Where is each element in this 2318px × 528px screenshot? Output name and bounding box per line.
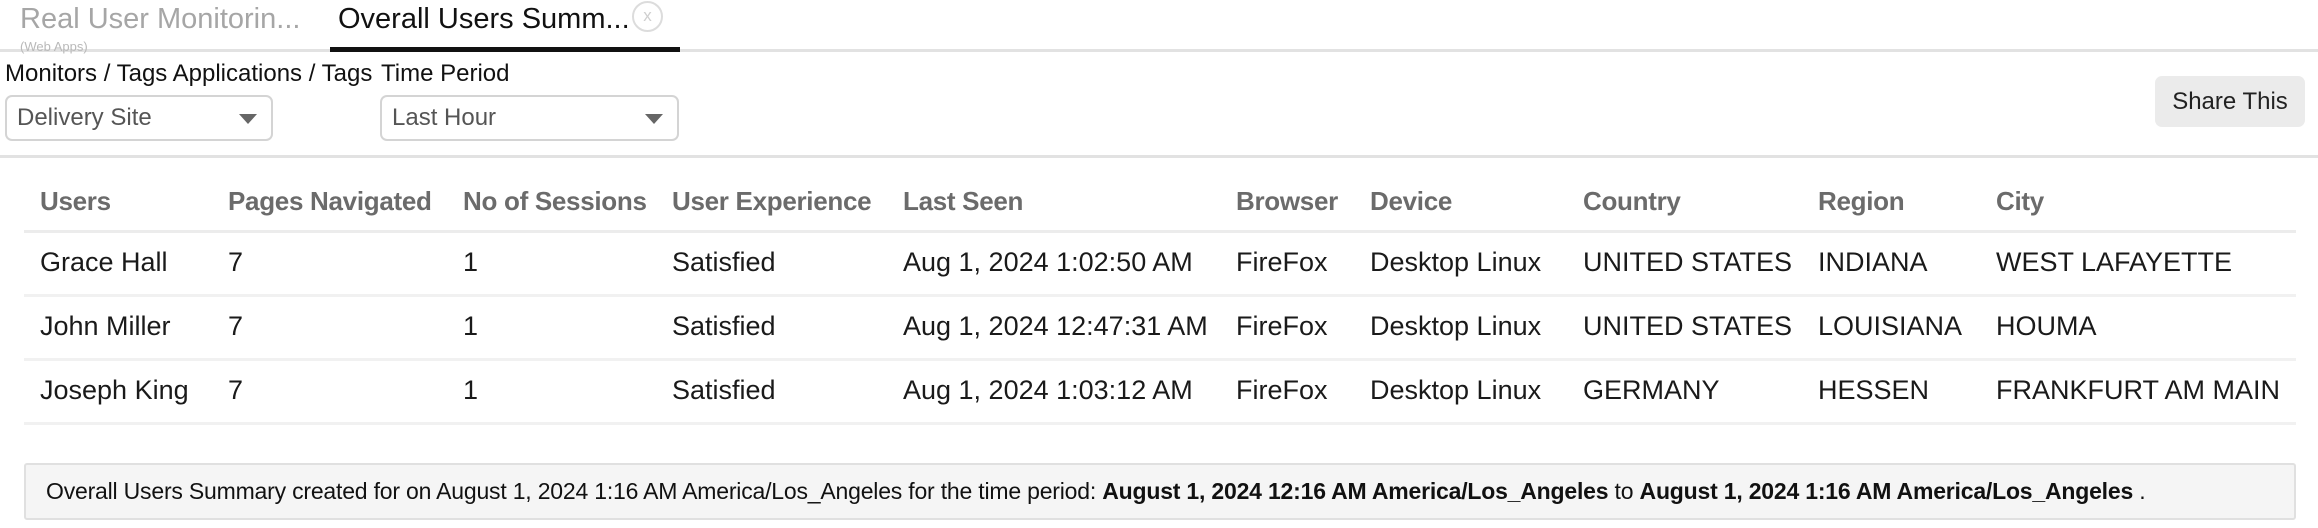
cell-user: Joseph King	[40, 375, 189, 405]
cell-region: HESSEN	[1818, 375, 1930, 405]
cell-device: Desktop Linux	[1370, 311, 1542, 341]
table-row[interactable]: John Miller 7 1 Satisfied Aug 1, 2024 12…	[24, 297, 2296, 361]
column-header-browser[interactable]: Browser	[1236, 186, 1338, 217]
cell-browser: FireFox	[1236, 311, 1328, 341]
tab-label: Overall Users Summ...	[338, 3, 630, 35]
column-header-last-seen[interactable]: Last Seen	[903, 186, 1023, 217]
users-table: Users Pages Navigated No of Sessions Use…	[24, 170, 2296, 425]
column-header-pages-navigated[interactable]: Pages Navigated	[228, 186, 432, 217]
cell-city: WEST LAFAYETTE	[1996, 247, 2233, 277]
cell-browser: FireFox	[1236, 375, 1328, 405]
cell-user: John Miller	[40, 311, 171, 341]
cell-city: FRANKFURT AM MAIN	[1996, 375, 2281, 405]
cell-user-experience: Satisfied	[672, 375, 776, 405]
caret-down-icon	[645, 114, 663, 124]
column-header-country[interactable]: Country	[1583, 186, 1681, 217]
cell-sessions: 1	[463, 375, 479, 405]
cell-region: INDIANA	[1818, 247, 1928, 277]
table-row[interactable]: Joseph King 7 1 Satisfied Aug 1, 2024 1:…	[24, 361, 2296, 425]
monitors-select[interactable]: Delivery Site	[5, 95, 273, 141]
cell-last-seen: Aug 1, 2024 1:02:50 AM	[903, 247, 1193, 277]
cell-pages-navigated: 7	[228, 375, 244, 405]
cell-pages-navigated: 7	[228, 311, 244, 341]
cell-last-seen: Aug 1, 2024 1:03:12 AM	[903, 375, 1193, 405]
cell-user-experience: Satisfied	[672, 311, 776, 341]
footer-suffix: .	[2133, 478, 2146, 504]
column-header-users[interactable]: Users	[40, 186, 111, 217]
time-period-select-value: Last Hour	[392, 104, 497, 131]
caret-down-icon	[239, 114, 257, 124]
cell-sessions: 1	[463, 311, 479, 341]
cell-user-experience: Satisfied	[672, 247, 776, 277]
footer-end-time: August 1, 2024 1:16 AM America/Los_Angel…	[1639, 478, 2134, 504]
share-button[interactable]: Share This	[2155, 76, 2305, 127]
footer-start-time: August 1, 2024 12:16 AM America/Los_Ange…	[1102, 478, 1609, 504]
cell-device: Desktop Linux	[1370, 247, 1542, 277]
cell-device: Desktop Linux	[1370, 375, 1542, 405]
column-header-device[interactable]: Device	[1370, 186, 1452, 217]
table-header: Users Pages Navigated No of Sessions Use…	[24, 170, 2296, 233]
time-period-select[interactable]: Last Hour	[380, 95, 679, 141]
cell-pages-navigated: 7	[228, 247, 244, 277]
tab-real-user-monitoring[interactable]: Real User Monitorin... (Web Apps)	[20, 0, 300, 54]
cell-user: Grace Hall	[40, 247, 168, 277]
cell-region: LOUISIANA	[1818, 311, 1963, 341]
cell-country: GERMANY	[1583, 375, 1720, 405]
divider	[0, 155, 2318, 158]
footer-prefix: Overall Users Summary created for on Aug…	[46, 478, 1103, 504]
column-header-region[interactable]: Region	[1818, 186, 1905, 217]
time-period-label: Time Period	[381, 60, 510, 87]
column-header-user-experience[interactable]: User Experience	[672, 186, 872, 217]
cell-country: UNITED STATES	[1583, 311, 1793, 341]
footer-to: to	[1608, 478, 1640, 504]
close-circle-icon[interactable]: x	[632, 1, 663, 32]
tab-bar: Real User Monitorin... (Web Apps) Overal…	[0, 0, 2318, 54]
cell-browser: FireFox	[1236, 247, 1328, 277]
table-row[interactable]: Grace Hall 7 1 Satisfied Aug 1, 2024 1:0…	[24, 233, 2296, 297]
cell-sessions: 1	[463, 247, 479, 277]
column-header-sessions[interactable]: No of Sessions	[463, 186, 647, 217]
monitors-select-value: Delivery Site	[17, 104, 152, 131]
tab-overall-users-summary[interactable]: Overall Users Summ...	[330, 0, 680, 52]
report-summary-footer: Overall Users Summary created for on Aug…	[24, 463, 2296, 520]
cell-country: UNITED STATES	[1583, 247, 1793, 277]
column-header-city[interactable]: City	[1996, 186, 2044, 217]
monitors-filter-label: Monitors / Tags Applications / Tags	[5, 60, 373, 87]
cell-city: HOUMA	[1996, 311, 2097, 341]
cell-last-seen: Aug 1, 2024 12:47:31 AM	[903, 311, 1208, 341]
